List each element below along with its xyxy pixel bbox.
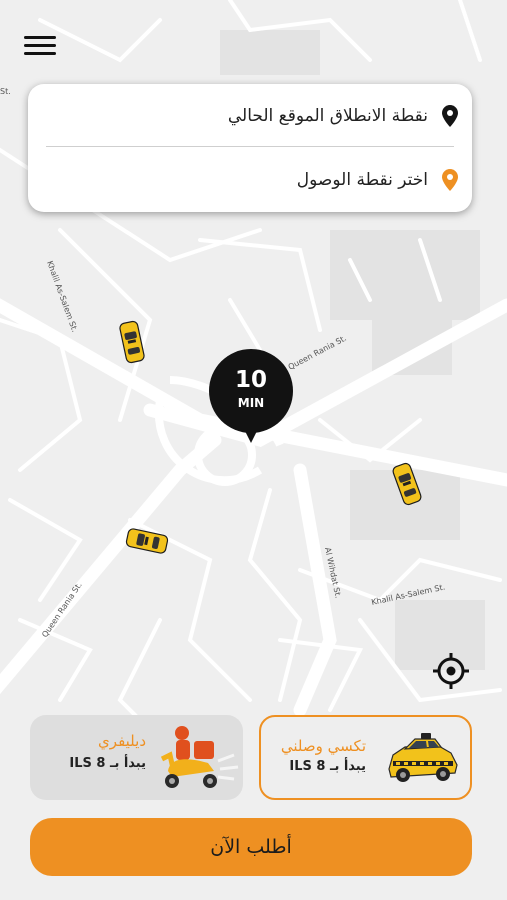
order-now-button[interactable]: أطلب الآن	[30, 818, 472, 876]
eta-marker[interactable]: 10 MIN	[209, 349, 293, 445]
service-card-delivery[interactable]: ديليفري يبدأ بـ 8 ILS	[30, 715, 243, 800]
hamburger-menu-icon[interactable]	[24, 32, 56, 60]
taxi-car-icon	[388, 733, 458, 782]
destination-field[interactable]: اختر نقطة الوصول	[46, 152, 458, 208]
map-label-st: St.	[0, 87, 11, 96]
service-name: تكسي وصلني	[280, 737, 366, 755]
eta-bubble: 10 MIN	[209, 349, 293, 433]
eta-pointer	[242, 425, 260, 443]
eta-value: 10	[234, 367, 267, 393]
service-name: ديليفري	[98, 732, 146, 750]
delivery-scooter-icon	[160, 726, 239, 788]
map-pin-icon	[442, 105, 458, 127]
destination-label: اختر نقطة الوصول	[296, 170, 428, 190]
service-price: يبدأ بـ 8 ILS	[289, 759, 366, 774]
menu-line	[24, 44, 56, 47]
route-card: نقطة الانطلاق الموقع الحالي اختر نقطة ال…	[28, 84, 472, 212]
service-price: يبدأ بـ 8 ILS	[69, 756, 146, 771]
eta-unit: MIN	[237, 396, 265, 410]
menu-line	[24, 52, 56, 55]
pickup-label: نقطة الانطلاق الموقع الحالي	[227, 106, 428, 126]
pickup-field[interactable]: نقطة الانطلاق الموقع الحالي	[46, 88, 458, 144]
map-pin-icon	[442, 169, 458, 191]
crosshair-icon[interactable]	[432, 652, 470, 690]
menu-line	[24, 36, 56, 39]
divider	[46, 146, 454, 147]
service-card-taxi[interactable]: تكسي وصلني يبدأ بـ 8 ILS	[259, 715, 472, 800]
